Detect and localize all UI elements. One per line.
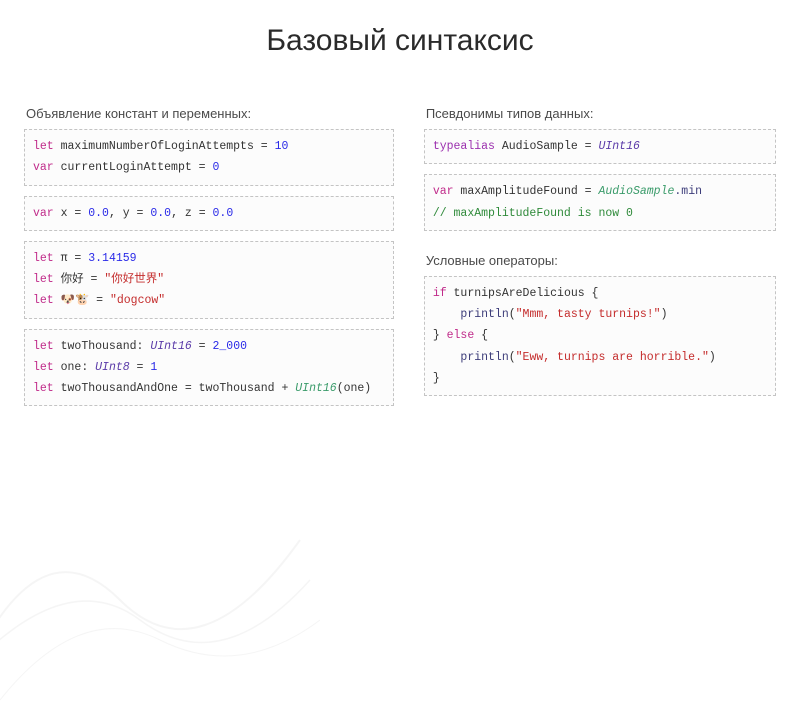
code-box-conditionals: if turnipsAreDelicious { println("Mmm, t…: [424, 276, 776, 396]
type: UInt16: [295, 382, 336, 395]
paren: ): [661, 308, 668, 321]
number: 0.0: [150, 207, 171, 220]
code-box-typealias-2: var maxAmplitudeFound = AudioSample.min …: [424, 174, 776, 231]
number: 0.0: [88, 207, 109, 220]
kw-let: let: [33, 361, 54, 374]
type: UInt16: [598, 140, 639, 153]
ident: π =: [54, 252, 89, 265]
kw-else: else: [447, 329, 475, 342]
kw-let: let: [33, 273, 54, 286]
ident: AudioSample =: [495, 140, 599, 153]
string: "Mmm, tasty turnips!": [516, 308, 661, 321]
ident: 🐶🐮 =: [54, 294, 110, 307]
comment: // maxAmplitudeFound is now 0: [433, 207, 633, 220]
kw-typealias: typealias: [433, 140, 495, 153]
op: =: [130, 361, 151, 374]
ident: one:: [54, 361, 95, 374]
kw-let: let: [33, 382, 54, 395]
type: UInt16: [150, 340, 191, 353]
kw-let: let: [33, 252, 54, 265]
number: 0: [212, 161, 219, 174]
title-area: Базовый синтаксис: [0, 0, 800, 102]
kw-let: let: [33, 140, 54, 153]
brace: }: [433, 329, 447, 342]
fn: println: [460, 351, 508, 364]
op: =: [254, 140, 275, 153]
code-box-declarations-1: let maximumNumberOfLoginAttempts = 10 va…: [24, 129, 394, 186]
type: AudioSample: [598, 185, 674, 198]
ident: currentLoginAttempt: [61, 161, 192, 174]
page-title: Базовый синтаксис: [0, 24, 800, 58]
heading-conditionals: Условные операторы:: [426, 253, 776, 268]
kw-var: var: [33, 207, 54, 220]
code-box-declarations-3: let π = 3.14159 let 你好 = "你好世界" let 🐶🐮 =…: [24, 241, 394, 319]
heading-declarations: Объявление констант и переменных:: [26, 106, 394, 121]
paren: (: [509, 308, 516, 321]
call: (one): [337, 382, 372, 395]
string: "Eww, turnips are horrible.": [516, 351, 709, 364]
code-box-declarations-2: var x = 0.0, y = 0.0, z = 0.0: [24, 196, 394, 231]
member: .min: [674, 185, 702, 198]
ident: , y =: [109, 207, 150, 220]
number: 2_000: [212, 340, 247, 353]
string: "dogcow": [110, 294, 165, 307]
ident: x =: [54, 207, 89, 220]
ident: maximumNumberOfLoginAttempts: [61, 140, 254, 153]
brace: }: [433, 372, 440, 385]
indent: [433, 308, 461, 321]
op: =: [192, 340, 213, 353]
brace: {: [474, 329, 488, 342]
kw-let: let: [33, 294, 54, 307]
ident: twoThousand:: [54, 340, 151, 353]
ident: 你好 =: [54, 273, 105, 286]
number: 1: [150, 361, 157, 374]
ident: maxAmplitudeFound =: [454, 185, 599, 198]
column-left: Объявление констант и переменных: let ma…: [24, 102, 394, 416]
number: 0.0: [213, 207, 234, 220]
indent: [433, 351, 461, 364]
number: 10: [275, 140, 289, 153]
type: UInt8: [95, 361, 130, 374]
op: =: [192, 161, 213, 174]
kw-let: let: [33, 340, 54, 353]
paren: (: [509, 351, 516, 364]
kw-var: var: [33, 161, 54, 174]
code-box-declarations-4: let twoThousand: UInt16 = 2_000 let one:…: [24, 329, 394, 407]
string: "你好世界": [104, 273, 164, 286]
column-right: Псевдонимы типов данных: typealias Audio…: [424, 102, 776, 416]
heading-typealias: Псевдонимы типов данных:: [426, 106, 776, 121]
paren: ): [709, 351, 716, 364]
code-box-typealias-1: typealias AudioSample = UInt16: [424, 129, 776, 164]
fn: println: [460, 308, 508, 321]
background-flourish: [0, 420, 320, 720]
ident: twoThousandAndOne = twoThousand +: [54, 382, 296, 395]
number: 3.14159: [88, 252, 136, 265]
kw-var: var: [433, 185, 454, 198]
cond: turnipsAreDelicious {: [447, 287, 599, 300]
kw-if: if: [433, 287, 447, 300]
ident: , z =: [171, 207, 212, 220]
content-columns: Объявление констант и переменных: let ma…: [0, 102, 800, 416]
